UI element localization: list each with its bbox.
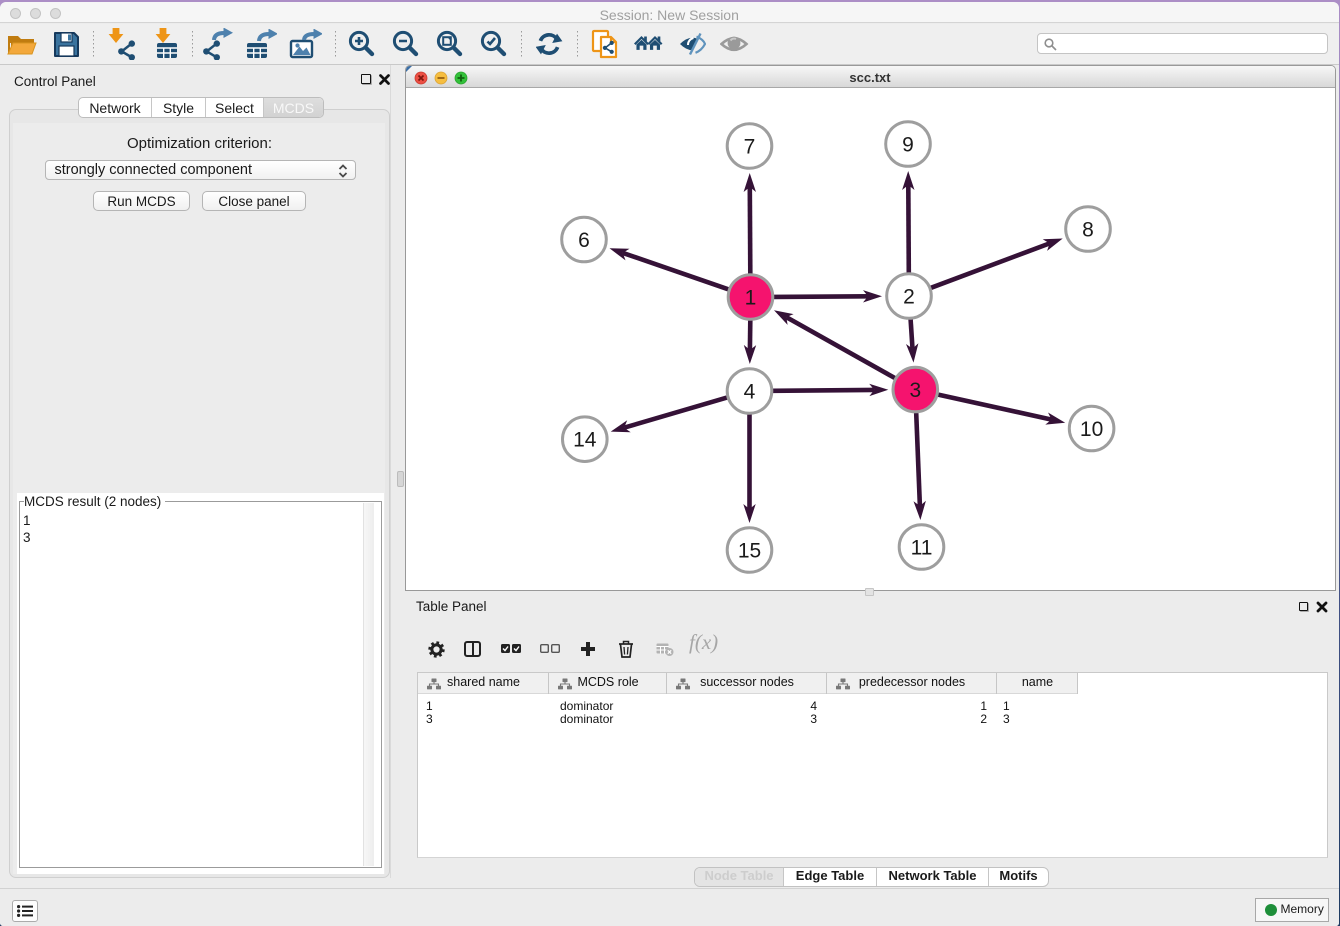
svg-text:7: 7 [744,136,756,159]
svg-text:11: 11 [911,537,933,560]
svg-text:2: 2 [903,286,915,309]
svg-text:10: 10 [1080,418,1103,441]
svg-text:3: 3 [909,379,921,402]
svg-text:15: 15 [738,540,761,563]
svg-text:8: 8 [1082,219,1094,242]
svg-text:1: 1 [745,287,757,310]
svg-text:14: 14 [573,429,597,452]
svg-text:6: 6 [578,229,590,252]
svg-text:9: 9 [902,134,914,157]
svg-text:4: 4 [744,381,756,404]
